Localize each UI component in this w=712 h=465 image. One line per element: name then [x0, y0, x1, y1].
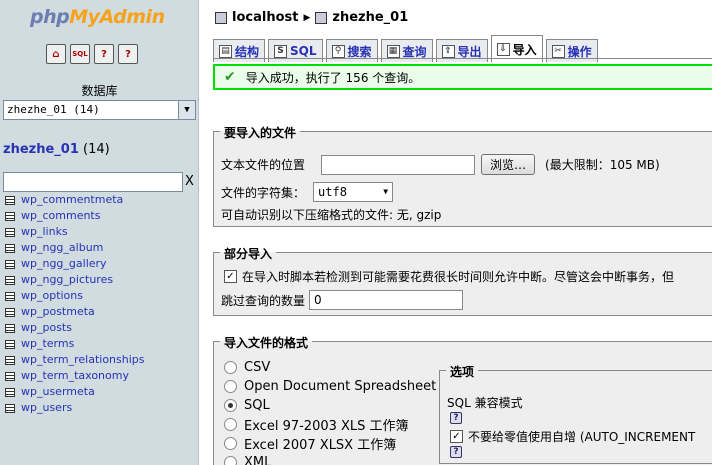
- chevron-down-icon[interactable]: ▼: [178, 101, 195, 119]
- radio-button[interactable]: [224, 380, 237, 393]
- allow-interrupt-checkbox[interactable]: ✓: [224, 270, 237, 283]
- radio-button[interactable]: [224, 399, 237, 412]
- import-file-fieldset: 要导入的文件 文本文件的位置 浏览… (最大限制：105 MB) 文件的字符集：…: [213, 126, 712, 227]
- navigation-frame: phpMyAdmin ⌂ SQL ? ? 数据库 zhezhe_01 (14) …: [0, 0, 199, 465]
- skip-queries-label: 跳过查询的数量: [221, 293, 306, 308]
- server-icon: [215, 11, 227, 24]
- table-icon[interactable]: [5, 355, 15, 365]
- table-filter-input[interactable]: [3, 172, 183, 192]
- radio-button[interactable]: [224, 456, 237, 465]
- tab-divider: [213, 58, 712, 59]
- table-icon[interactable]: [5, 275, 15, 285]
- table-icon[interactable]: [5, 371, 15, 381]
- help-icon[interactable]: ?: [450, 446, 462, 458]
- phpmyadmin-logo[interactable]: phpMyAdmin: [30, 6, 165, 28]
- format-radio-list: CSV Open Document Spreadsheet SQL Excel 97-…: [224, 358, 436, 465]
- table-icon[interactable]: [5, 403, 15, 413]
- radio-button[interactable]: [224, 418, 237, 431]
- home-icon[interactable]: ⌂: [46, 44, 66, 64]
- database-select[interactable]: zhezhe_01 (14) ▼: [3, 100, 196, 120]
- table-icon[interactable]: [5, 339, 15, 349]
- table-icon[interactable]: [5, 323, 15, 333]
- format-option[interactable]: Excel 2007 XLSX 工作簿: [224, 434, 436, 453]
- table-list: wp_commentmeta wp_comments wp_links wp_ngg_…: [5, 192, 145, 416]
- max-size-label: (最大限制：105 MB): [545, 158, 660, 172]
- database-link[interactable]: zhezhe_01: [3, 142, 79, 157]
- import-icon: ⇩: [496, 42, 510, 56]
- query-icon: ▦: [386, 44, 400, 58]
- format-option[interactable]: Open Document Spreadsheet: [224, 377, 436, 396]
- browse-button[interactable]: 浏览…: [481, 154, 536, 175]
- breadcrumb-db[interactable]: zhezhe_01: [332, 10, 408, 25]
- docs-icon[interactable]: ?: [118, 44, 138, 64]
- charset-select[interactable]: utf8 ▼: [313, 182, 394, 202]
- nav-icon-row: ⌂ SQL ? ?: [46, 44, 138, 64]
- success-message: ✔ 导入成功，执行了 156 个查询。: [213, 64, 712, 90]
- allow-interrupt-label: 在导入时脚本若检测到可能需要花费很长时间则允许中断。尽管这会中断事务，但: [242, 270, 675, 284]
- chevron-down-icon: ▼: [383, 187, 389, 196]
- sql-icon[interactable]: SQL: [70, 44, 90, 64]
- table-icon[interactable]: [5, 243, 15, 253]
- chevron-right-icon: ▶: [303, 12, 311, 23]
- file-path-input[interactable]: [321, 154, 475, 175]
- format-option[interactable]: Excel 97-2003 XLS 工作簿: [224, 415, 436, 434]
- table-list-item[interactable]: wp_term_relationships: [5, 352, 145, 368]
- table-list-item[interactable]: wp_options: [5, 288, 145, 304]
- no-auto-value-on-zero-label: 不要给零值使用自增 (AUTO_INCREMENT: [468, 430, 696, 444]
- format-option[interactable]: SQL: [224, 396, 436, 415]
- breadcrumb: localhost ▶ zhezhe_01: [215, 10, 408, 25]
- table-list-item[interactable]: wp_usermeta: [5, 384, 145, 400]
- table-list-item[interactable]: wp_postmeta: [5, 304, 145, 320]
- format-option[interactable]: CSV: [224, 358, 436, 377]
- table-list-item[interactable]: wp_term_taxonomy: [5, 368, 145, 384]
- radio-button[interactable]: [224, 361, 237, 374]
- partial-import-fieldset: 部分导入 ✓ 在导入时脚本若检测到可能需要花费很长时间则允许中断。尽管这会中断事…: [213, 247, 712, 316]
- table-list-item[interactable]: wp_ngg_pictures: [5, 272, 145, 288]
- radio-button[interactable]: [224, 437, 237, 450]
- table-list-item[interactable]: wp_comments: [5, 208, 145, 224]
- table-icon[interactable]: [5, 211, 15, 221]
- format-options-box: 选项 SQL 兼容模式 ? ✓ 不要给零值使用自增 (AUTO_INCREMEN…: [439, 365, 712, 464]
- clear-filter-button[interactable]: X: [185, 174, 194, 189]
- file-location-label: 文本文件的位置: [221, 158, 306, 172]
- export-icon: ⇪: [441, 44, 455, 58]
- compression-note: 可自动识别以下压缩格式的文件: 无, gzip: [221, 208, 442, 222]
- table-list-item[interactable]: wp_ngg_gallery: [5, 256, 145, 272]
- import-format-fieldset: 导入文件的格式 CSV Open Document Spreadsheet SQL E…: [213, 336, 712, 465]
- sql-compat-label: SQL 兼容模式: [447, 396, 523, 410]
- database-label: 数据库: [81, 84, 118, 98]
- table-list-item[interactable]: wp_terms: [5, 336, 145, 352]
- breadcrumb-server[interactable]: localhost: [232, 10, 298, 25]
- table-icon[interactable]: [5, 227, 15, 237]
- table-icon[interactable]: [5, 387, 15, 397]
- table-list-item[interactable]: wp_posts: [5, 320, 145, 336]
- table-list-item[interactable]: wp_users: [5, 400, 145, 416]
- table-list-item[interactable]: wp_links: [5, 224, 145, 240]
- help-icon[interactable]: ?: [450, 412, 462, 424]
- charset-label: 文件的字符集：: [221, 185, 306, 200]
- skip-queries-input[interactable]: 0: [309, 290, 464, 310]
- query-window-icon[interactable]: ?: [94, 44, 114, 64]
- table-icon[interactable]: [5, 195, 15, 205]
- no-auto-value-on-zero-checkbox[interactable]: ✓: [450, 430, 463, 443]
- check-icon: ✔: [224, 69, 236, 85]
- format-option[interactable]: XML: [224, 453, 436, 465]
- table-icon[interactable]: [5, 307, 15, 317]
- table-icon[interactable]: [5, 259, 15, 269]
- operations-icon: ✂: [551, 44, 565, 58]
- sql-icon: S: [274, 44, 288, 58]
- table-list-item[interactable]: wp_ngg_album: [5, 240, 145, 256]
- main-frame: localhost ▶ zhezhe_01 ▤ 结构 S SQL ⚲ 搜索 ▦ 查询 ⇪ 导出 ⇩ 导…: [200, 0, 712, 465]
- table-list-item[interactable]: wp_commentmeta: [5, 192, 145, 208]
- database-icon: [315, 11, 328, 24]
- search-icon: ⚲: [331, 44, 345, 58]
- current-database-title: zhezhe_01 (14): [3, 142, 110, 157]
- structure-icon: ▤: [219, 44, 232, 58]
- table-icon[interactable]: [5, 291, 15, 301]
